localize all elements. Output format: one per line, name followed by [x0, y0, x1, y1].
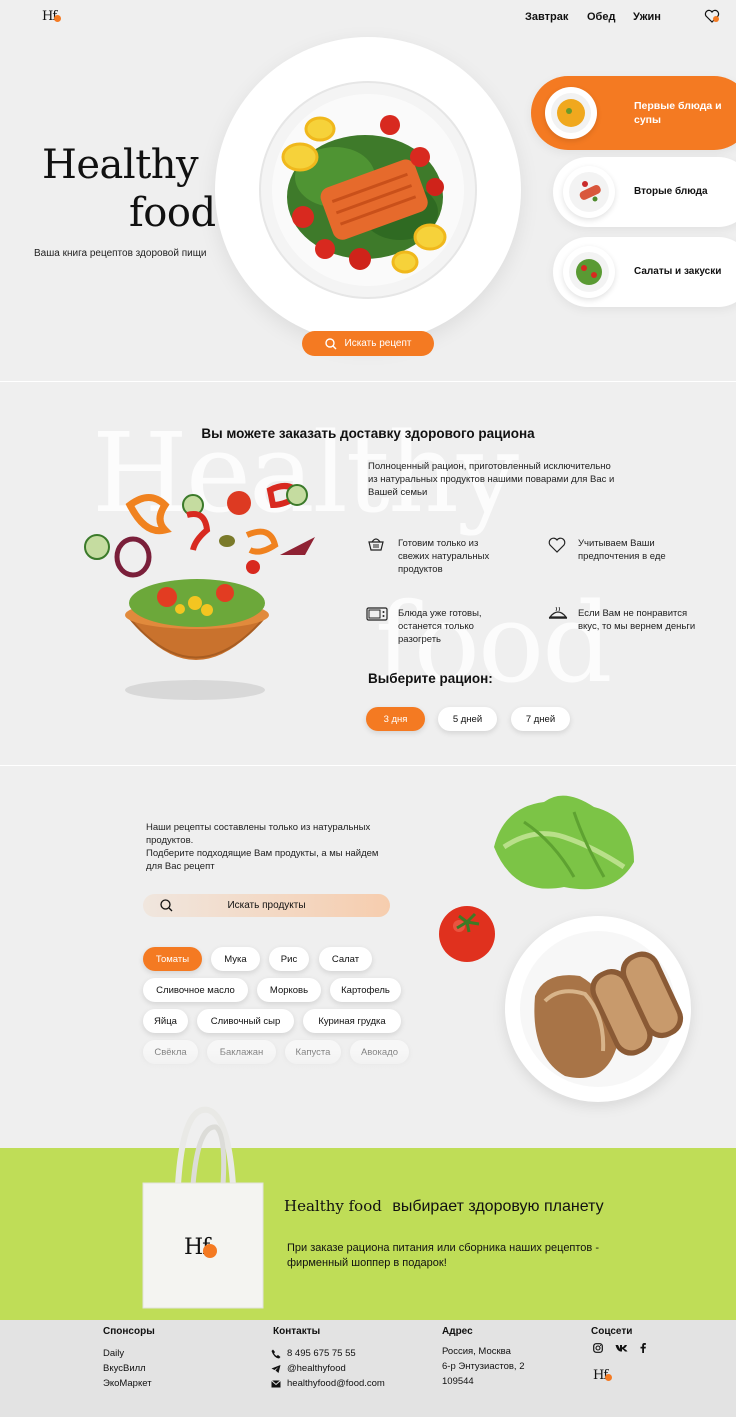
- product-search-label: Искать продукты: [227, 900, 306, 911]
- category-label: Первые блюда и супы: [634, 100, 722, 126]
- tag-lettuce[interactable]: Салат: [319, 947, 372, 971]
- promo-headline: Healthy food выбирает здоровую планету: [284, 1197, 604, 1216]
- bread-image: [520, 931, 684, 1087]
- main-course-thumbnail: [563, 166, 615, 218]
- promo-text: При заказе рациона питания или сборника …: [287, 1242, 599, 1269]
- lettuce-image: [494, 795, 634, 890]
- tomato-image: [439, 906, 495, 962]
- tag-carrot[interactable]: Морковь: [257, 978, 321, 1002]
- phone-icon: [271, 1349, 281, 1358]
- contact-phone[interactable]: 8 495 675 75 55: [271, 1346, 385, 1361]
- telegram-icon: [271, 1364, 281, 1373]
- tag-rice[interactable]: Рис: [269, 947, 309, 971]
- search-icon: [160, 899, 173, 912]
- feature-text: Блюда уже готовы, останется только разог…: [398, 608, 482, 645]
- footer-social-icons: [593, 1343, 646, 1353]
- contact-telegram[interactable]: @healthyfood: [271, 1361, 385, 1376]
- salmon-dish-image: [259, 81, 477, 299]
- promo-brand: Healthy food: [284, 1197, 382, 1215]
- section-divider: [0, 765, 736, 766]
- footer-sponsors-title: Спонсоры: [103, 1326, 155, 1337]
- site-logo[interactable]: Hf: [42, 9, 62, 24]
- search-recipe-button[interactable]: Искать рецепт: [302, 331, 434, 356]
- footer-social-title: Соцсети: [591, 1326, 633, 1337]
- tag-potato[interactable]: Картофель: [330, 978, 401, 1002]
- tag-butter[interactable]: Сливочное масло: [143, 978, 248, 1002]
- soup-thumbnail: [545, 87, 597, 139]
- promo-section: [0, 1148, 736, 1320]
- logo-dot: [54, 15, 62, 22]
- instagram-icon[interactable]: [593, 1343, 603, 1353]
- category-main-courses[interactable]: Вторые блюда: [553, 157, 736, 227]
- plan-7-days[interactable]: 7 дней: [511, 707, 570, 731]
- tag-flour[interactable]: Мука: [211, 947, 260, 971]
- heart-icon: [548, 537, 566, 553]
- footer-sponsors-list: Daily ВкусВилл ЭкоМаркет: [103, 1346, 152, 1391]
- hero-plate: [215, 37, 521, 343]
- delivery-title: Вы можете заказать доставку здорового ра…: [201, 426, 535, 441]
- logo-dot: [203, 1244, 218, 1258]
- feature-text: Учитываем Ваши предпочтения в еде: [578, 538, 666, 562]
- choose-plan-title: Выберите рацион:: [368, 671, 493, 686]
- footer-address: Россия, Москва 6-р Энтузиастов, 2 109544: [442, 1346, 525, 1387]
- tote-bag-image: [142, 1106, 264, 1309]
- plan-5-days[interactable]: 5 дней: [438, 707, 497, 731]
- feature-text: Если Вам не понравится вкус, то мы верне…: [578, 608, 696, 632]
- category-first-courses[interactable]: Первые блюда и супы: [531, 76, 736, 150]
- mail-icon: [271, 1379, 281, 1387]
- microwave-icon: [366, 607, 388, 621]
- footer-logo[interactable]: Hf: [593, 1368, 613, 1383]
- hero-subtitle: Ваша книга рецептов здоровой пищи: [34, 248, 207, 259]
- tag-eggs[interactable]: Яйца: [143, 1009, 188, 1033]
- favorites-button[interactable]: [704, 9, 720, 23]
- category-salads[interactable]: Салаты и закуски: [553, 237, 736, 307]
- delivery-intro: Полноценный рацион, приготовленный исклю…: [368, 461, 615, 498]
- heart-icon: [704, 9, 720, 23]
- footer-contacts-title: Контакты: [273, 1326, 321, 1337]
- facebook-icon[interactable]: [640, 1343, 646, 1353]
- hero-title-line2: food: [129, 190, 216, 236]
- products-intro: Наши рецепты составлены только из натура…: [146, 822, 379, 872]
- contact-email[interactable]: healthyfood@food.com: [271, 1376, 385, 1391]
- logo-dot: [605, 1374, 613, 1381]
- basket-icon: [368, 538, 384, 551]
- promo-tagline: выбирает здоровую планету: [392, 1198, 604, 1215]
- tags-fade-overlay: [135, 1050, 425, 1072]
- footer-contacts-list: 8 495 675 75 55 @healthyfood healthyfood…: [271, 1346, 385, 1391]
- footer-address-title: Адрес: [442, 1326, 473, 1337]
- category-label: Вторые блюда: [634, 186, 708, 197]
- nav-lunch[interactable]: Обед: [587, 11, 627, 23]
- flying-salad-image: [84, 483, 315, 700]
- nav-dinner[interactable]: Ужин: [633, 11, 673, 23]
- tag-tomatoes[interactable]: Томаты: [143, 947, 202, 971]
- hero-title-line1: Healthy: [42, 142, 199, 188]
- feature-text: Готовим только из свежих натуральных про…: [398, 538, 490, 575]
- product-search-bar[interactable]: Искать продукты: [143, 894, 390, 917]
- sponsor-link[interactable]: ВкусВилл: [103, 1361, 152, 1376]
- tag-cream-cheese[interactable]: Сливочный сыр: [197, 1009, 294, 1033]
- vk-icon[interactable]: [615, 1344, 628, 1352]
- salad-thumbnail: [563, 246, 615, 298]
- sponsor-link[interactable]: ЭкоМаркет: [103, 1376, 152, 1391]
- nav-breakfast[interactable]: Завтрак: [525, 11, 585, 23]
- plan-3-days[interactable]: 3 дня: [366, 707, 425, 731]
- search-icon: [324, 337, 336, 349]
- bread-plate: [505, 916, 691, 1102]
- tote-bag-logo: Hf: [184, 1235, 218, 1260]
- category-label: Салаты и закуски: [634, 266, 722, 277]
- section-divider: [0, 381, 736, 382]
- dish-icon: [548, 607, 568, 619]
- sponsor-link[interactable]: Daily: [103, 1346, 152, 1361]
- tag-chicken[interactable]: Куриная грудка: [303, 1009, 401, 1033]
